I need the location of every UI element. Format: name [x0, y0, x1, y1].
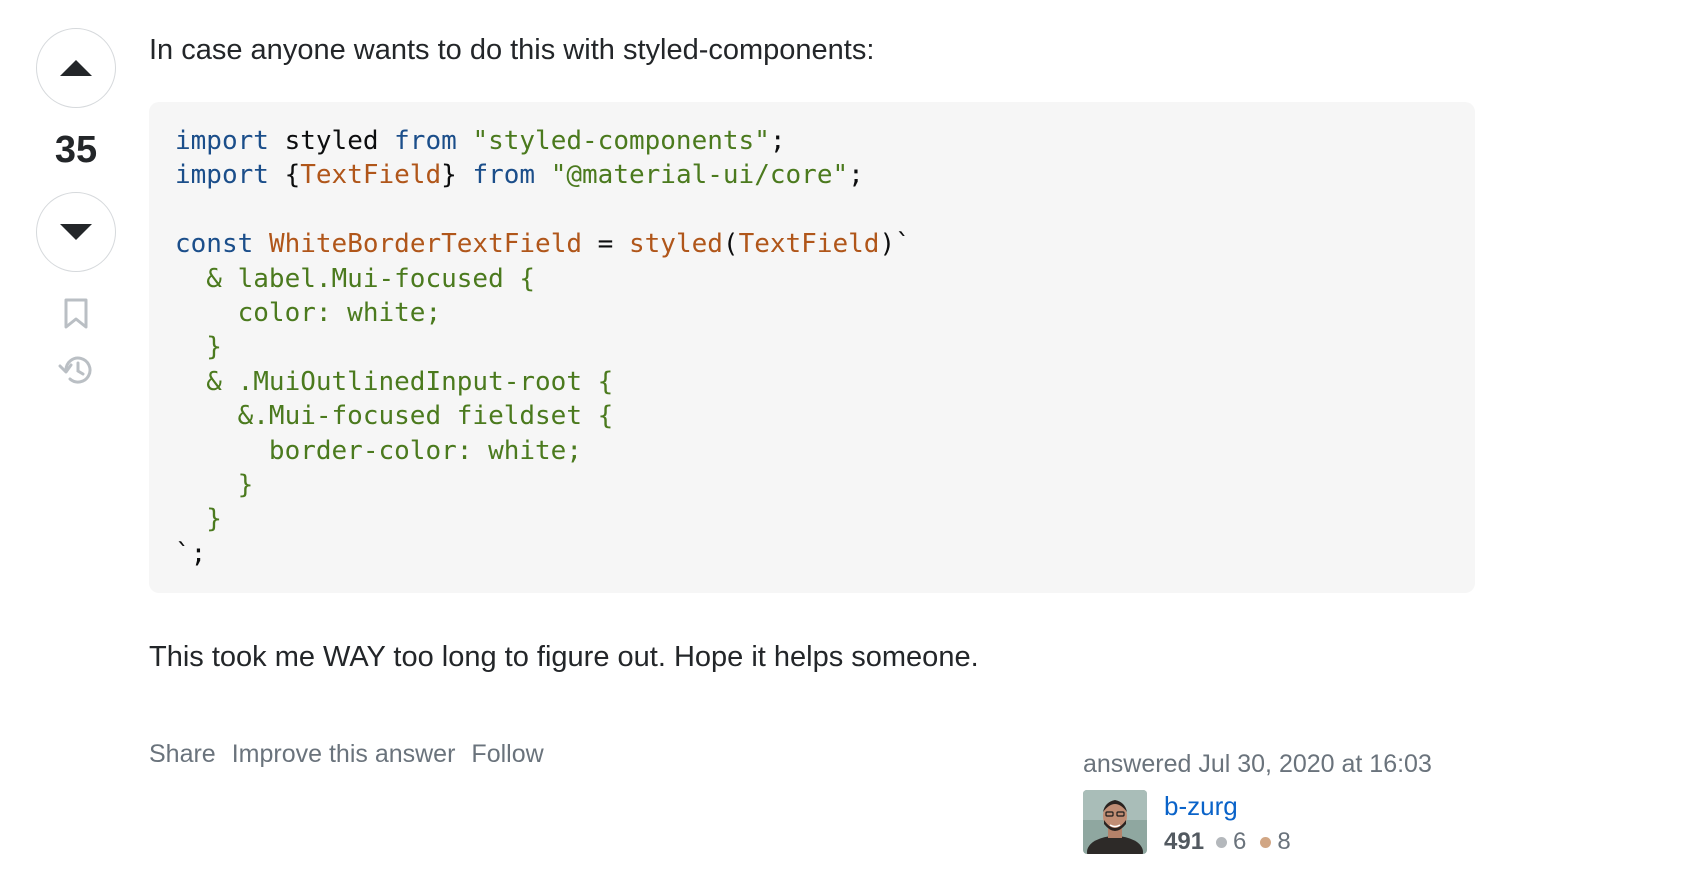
vote-count: 35 — [54, 129, 98, 171]
code-token: ( — [722, 229, 739, 260]
code-token: import — [175, 160, 269, 191]
code-token: ; — [848, 160, 864, 191]
upvote-button[interactable] — [36, 28, 116, 108]
code-token: styled — [268, 126, 395, 156]
code-line: } — [175, 468, 1449, 502]
code-line: import {TextField} from "@material-ui/co… — [175, 158, 1449, 192]
bronze-badge-count: 8 — [1277, 828, 1291, 855]
history-icon — [58, 356, 92, 384]
code-token: from — [472, 160, 536, 191]
user-details: b-zurg 491 6 8 — [1164, 790, 1305, 860]
code-token: const — [175, 229, 254, 260]
post-body: In case anyone wants to do this with sty… — [149, 28, 1475, 679]
downvote-arrow-icon — [60, 224, 92, 240]
answered-timestamp: answered Jul 30, 2020 at 16:03 — [1083, 750, 1432, 778]
user-signature: answered Jul 30, 2020 at 16:03 b-zurg 49… — [1083, 748, 1483, 860]
code-token: &.Mui-focused fieldset { — [175, 401, 614, 432]
vote-cell: 35 — [34, 28, 118, 390]
code-token: from — [394, 126, 457, 156]
improve-answer-link[interactable]: Improve this answer — [232, 740, 456, 769]
code-token: border-color: white; — [175, 435, 582, 466]
silver-badge-count: 6 — [1233, 828, 1247, 855]
code-token: } — [175, 469, 254, 500]
downvote-button[interactable] — [36, 192, 116, 272]
code-token: `; — [175, 538, 207, 569]
user-avatar[interactable] — [1083, 790, 1147, 854]
answer-closing-text: This took me WAY too long to figure out.… — [149, 641, 979, 674]
code-token: color: white; — [175, 297, 442, 328]
code-token: import — [175, 126, 269, 156]
user-name-link[interactable]: b-zurg — [1164, 790, 1305, 822]
code-line: color: white; — [175, 296, 1449, 330]
reputation-score: 491 — [1164, 828, 1205, 855]
code-line: & label.Mui-focused { — [175, 262, 1449, 296]
follow-link[interactable]: Follow — [471, 740, 543, 769]
bookmark-button[interactable] — [56, 294, 96, 334]
code-line: import styled from "styled-components"; — [175, 124, 1449, 158]
user-awards: 491 6 8 — [1164, 824, 1305, 860]
avatar-image — [1083, 790, 1147, 854]
code-token: & .MuiOutlinedInput-root { — [175, 366, 614, 397]
code-line: &.Mui-focused fieldset { — [175, 399, 1449, 433]
code-line: } — [175, 502, 1449, 536]
code-token: & label.Mui-focused { — [175, 263, 536, 294]
answer-post: 35 In case anyone wants to do this with … — [0, 0, 1704, 878]
code-token: "styled-components" — [472, 126, 770, 156]
code-block: import styled from "styled-components"; i… — [149, 102, 1475, 594]
silver-badge-icon — [1216, 836, 1228, 848]
code-line: const WhiteBorderTextField = styled(Text… — [175, 227, 1449, 261]
code-token: styled — [628, 229, 723, 260]
code-line: `; — [175, 537, 1449, 571]
code-token: ; — [769, 126, 786, 156]
code-token: { — [268, 160, 301, 191]
answer-intro-text: In case anyone wants to do this with sty… — [149, 34, 875, 66]
bookmark-icon — [64, 298, 88, 329]
code-token: WhiteBorderTextField — [268, 229, 583, 260]
code-token: "@material-ui/core" — [550, 160, 849, 191]
code-line: & .MuiOutlinedInput-root { — [175, 365, 1449, 399]
code-token: } — [175, 504, 222, 535]
code-token: TextField — [300, 160, 442, 191]
code-token: )` — [879, 229, 911, 260]
bronze-badge-icon — [1260, 836, 1272, 848]
code-token: TextField — [738, 229, 880, 260]
code-token: = — [582, 229, 629, 260]
code-line: border-color: white; — [175, 434, 1449, 468]
share-link[interactable]: Share — [149, 740, 216, 769]
upvote-arrow-icon — [60, 60, 92, 76]
post-menu: Share Improve this answer Follow — [149, 740, 544, 769]
code-line: } — [175, 330, 1449, 364]
code-token: } — [175, 332, 222, 363]
code-token: } — [441, 160, 473, 191]
user-info: b-zurg 491 6 8 — [1083, 790, 1483, 860]
activity-history-button[interactable] — [56, 350, 96, 390]
